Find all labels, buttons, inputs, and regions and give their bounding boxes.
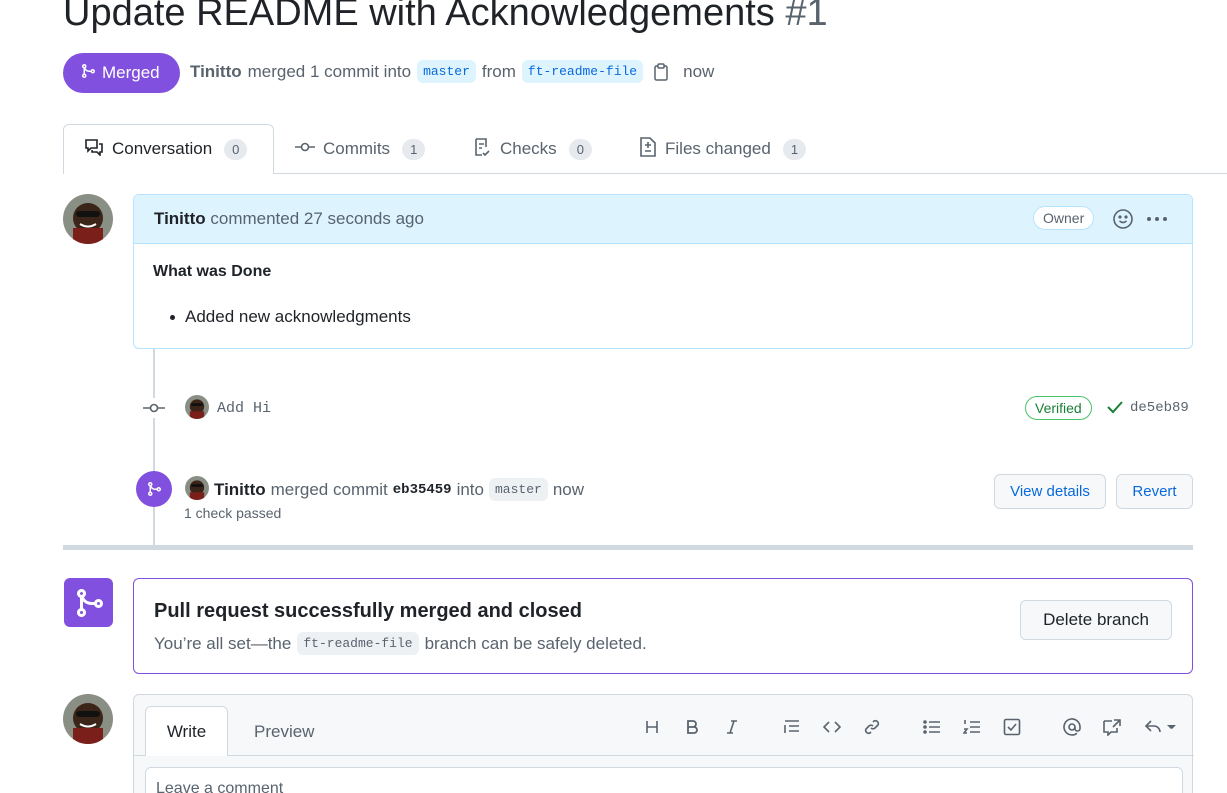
kebab-horizontal-icon[interactable] [1146, 208, 1168, 233]
tab-counter: 0 [568, 138, 592, 160]
comment-header-text: Tinitto commented 27 seconds ago [154, 209, 424, 229]
merged-title: Pull request successfully merged and clo… [154, 600, 582, 622]
saved-replies-icon[interactable] [1142, 715, 1182, 739]
comment-action[interactable]: commented 27 seconds ago [210, 209, 424, 228]
merge-author-link[interactable]: Tinitto [214, 480, 266, 500]
comment-header: Tinitto commented 27 seconds ago Owner [134, 195, 1192, 244]
merge-sha-link[interactable]: eb35459 [393, 482, 452, 498]
pr-title-text: Update README with Acknowledgements [63, 0, 775, 34]
into-text: into [456, 479, 484, 499]
comment-discussion-icon [84, 138, 104, 161]
mention-icon[interactable] [1060, 715, 1084, 739]
task-list-icon[interactable] [1000, 715, 1024, 739]
tab-counter: 1 [782, 138, 807, 160]
merge-action: merged commit [270, 479, 388, 499]
tab-commits[interactable]: Commits 1 [295, 124, 426, 174]
bullet [170, 314, 175, 320]
ordered-list-icon[interactable] [960, 715, 984, 739]
commit-sha-link[interactable]: de5eb89 [1130, 400, 1189, 416]
deletable-branch: ft-readme-file [297, 632, 419, 655]
merge-branch[interactable]: master [489, 478, 548, 501]
merge-icon [80, 63, 96, 84]
tab-conversation[interactable]: Conversation 0 [84, 124, 248, 174]
check-icon[interactable] [1106, 398, 1124, 419]
merged-text: merged 1 commit into [247, 61, 412, 81]
commit-message-link[interactable]: Add Hi [217, 400, 271, 417]
view-details-button[interactable]: View details [994, 474, 1106, 509]
tab-preview[interactable]: Preview [254, 722, 314, 742]
page-title: Update README with Acknowledgements #1 [63, 0, 828, 35]
merged-status-box: Pull request successfully merged and clo… [133, 578, 1193, 674]
tab-counter: 0 [224, 138, 248, 160]
list-item-text: Added new acknowledgments [185, 307, 411, 326]
comment-author[interactable]: Tinitto [154, 209, 206, 228]
merged-state-badge: Merged [63, 53, 180, 93]
quote-icon[interactable] [780, 715, 804, 739]
file-diff-icon [639, 136, 657, 162]
git-commit-icon [295, 139, 315, 159]
unordered-list-icon[interactable] [920, 715, 944, 739]
tab-files-changed[interactable]: Files changed 1 [639, 124, 807, 174]
heading-icon[interactable] [640, 715, 664, 739]
owner-badge: Owner [1033, 206, 1095, 230]
verified-badge[interactable]: Verified [1025, 396, 1092, 420]
revert-button[interactable]: Revert [1116, 474, 1193, 509]
avatar[interactable] [63, 694, 113, 744]
tab-label: Checks [500, 139, 557, 158]
avatar[interactable] [63, 194, 113, 244]
head-branch[interactable]: ft-readme-file [521, 60, 644, 83]
tab-write[interactable]: Write [145, 706, 228, 756]
list-item: Added new acknowledgments [170, 307, 411, 327]
timeline-divider [63, 545, 1193, 550]
delete-branch-button[interactable]: Delete branch [1020, 600, 1172, 640]
cross-reference-icon[interactable] [1100, 715, 1124, 739]
checks-status[interactable]: 1 check passed [184, 505, 281, 521]
link-icon[interactable] [860, 715, 884, 739]
comment-card: Tinitto commented 27 seconds ago Owner W… [133, 194, 1193, 349]
timeline-line [153, 349, 155, 547]
from-text: from [481, 61, 516, 81]
merge-icon [136, 471, 172, 507]
merge-icon [64, 578, 113, 627]
editor-tab-border [134, 755, 1194, 756]
italic-icon[interactable] [720, 715, 744, 739]
avatar[interactable] [185, 476, 209, 500]
tab-label: Conversation [112, 139, 213, 158]
tab-label: Files changed [665, 139, 771, 158]
code-icon[interactable] [820, 715, 844, 739]
comment-heading: What was Done [153, 263, 272, 280]
comment-textarea[interactable]: Leave a comment [145, 767, 1183, 793]
state-label: Merged [102, 63, 160, 82]
tab-label: Commits [323, 139, 391, 158]
merged-sub-prefix: You’re all set—the [154, 633, 292, 653]
merged-subtitle: You’re all set—the ft-readme-file branch… [154, 632, 647, 655]
merge-event-time[interactable]: now [553, 480, 584, 500]
pr-number: #1 [785, 0, 828, 34]
bold-icon[interactable] [680, 715, 704, 739]
merge-event-text: Tinitto merged commit eb35459 into maste… [214, 478, 584, 501]
pr-author-link[interactable]: Tinitto [190, 62, 242, 82]
smiley-icon[interactable] [1112, 208, 1134, 233]
avatar[interactable] [185, 395, 209, 419]
base-branch[interactable]: master [417, 60, 476, 83]
tab-checks[interactable]: Checks 0 [472, 124, 592, 174]
pr-meta: Tinitto merged 1 commit into master from… [190, 60, 714, 83]
merge-time: now [683, 61, 715, 81]
copy-icon[interactable] [653, 62, 669, 81]
git-commit-icon [143, 398, 165, 418]
merged-sub-suffix: branch can be safely deleted. [424, 633, 647, 653]
tab-counter: 1 [402, 138, 426, 160]
comment-editor: Write Preview Leave a comment [133, 694, 1194, 793]
checklist-icon [472, 137, 492, 162]
